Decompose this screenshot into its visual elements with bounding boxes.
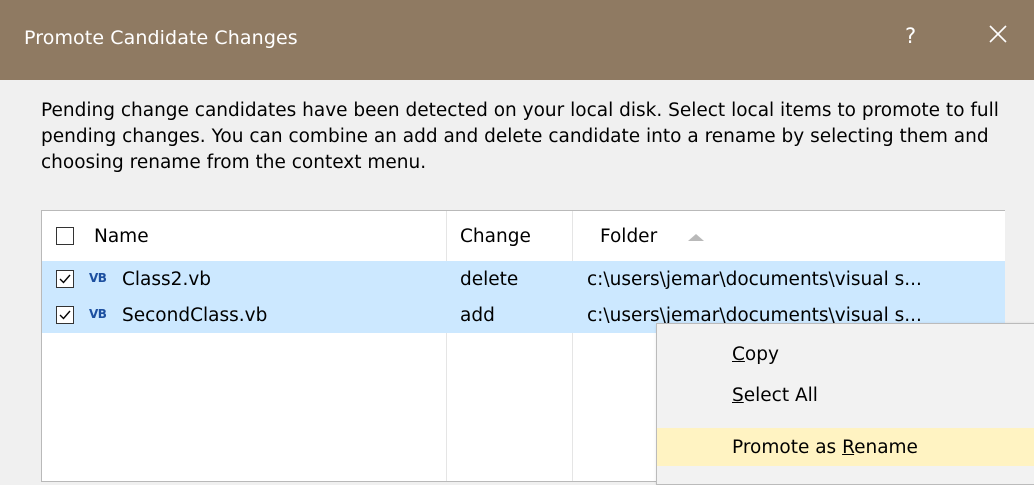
- description-text: Pending change candidates have been dete…: [41, 100, 999, 173]
- menu-item-copy[interactable]: Copy: [657, 335, 1034, 373]
- row-change: delete: [460, 269, 519, 290]
- close-icon: [989, 25, 1007, 43]
- list-header: Name Change Folder: [42, 211, 1005, 261]
- menu-item-label: Select All: [732, 385, 818, 406]
- menu-item-label: Copy: [732, 344, 779, 365]
- menu-item-promote-as-rename[interactable]: Promote as Rename: [657, 428, 1034, 466]
- row-folder: c:\users\jemar\documents\visual s...: [587, 269, 922, 290]
- row-change: add: [460, 305, 495, 326]
- checkmark-icon: [59, 310, 71, 320]
- title-bar: Promote Candidate Changes ?: [0, 0, 1034, 80]
- dialog-title: Promote Candidate Changes: [24, 27, 298, 49]
- vb-file-icon: VB: [89, 271, 107, 285]
- column-header-name[interactable]: Name: [94, 226, 149, 247]
- menu-item-select-all[interactable]: Select All: [657, 376, 1034, 414]
- checkmark-icon: [59, 274, 71, 284]
- sort-ascending-icon: [688, 234, 704, 241]
- column-header-folder[interactable]: Folder: [600, 226, 657, 247]
- context-menu: Copy Select All Promote as Rename: [656, 323, 1034, 485]
- list-row[interactable]: VB Class2.vb delete c:\users\jemar\docum…: [42, 261, 1005, 297]
- help-button[interactable]: ?: [905, 24, 916, 48]
- column-header-change[interactable]: Change: [460, 226, 531, 247]
- promote-candidate-changes-dialog: Promote Candidate Changes ? Pending chan…: [0, 0, 1034, 485]
- select-all-checkbox[interactable]: [56, 227, 74, 245]
- menu-item-label: Promote as Rename: [732, 437, 918, 458]
- row-name: Class2.vb: [122, 269, 212, 290]
- row-checkbox[interactable]: [56, 270, 74, 288]
- vb-file-icon: VB: [89, 307, 107, 321]
- row-name: SecondClass.vb: [122, 305, 268, 326]
- row-checkbox[interactable]: [56, 306, 74, 324]
- close-button[interactable]: [986, 22, 1010, 46]
